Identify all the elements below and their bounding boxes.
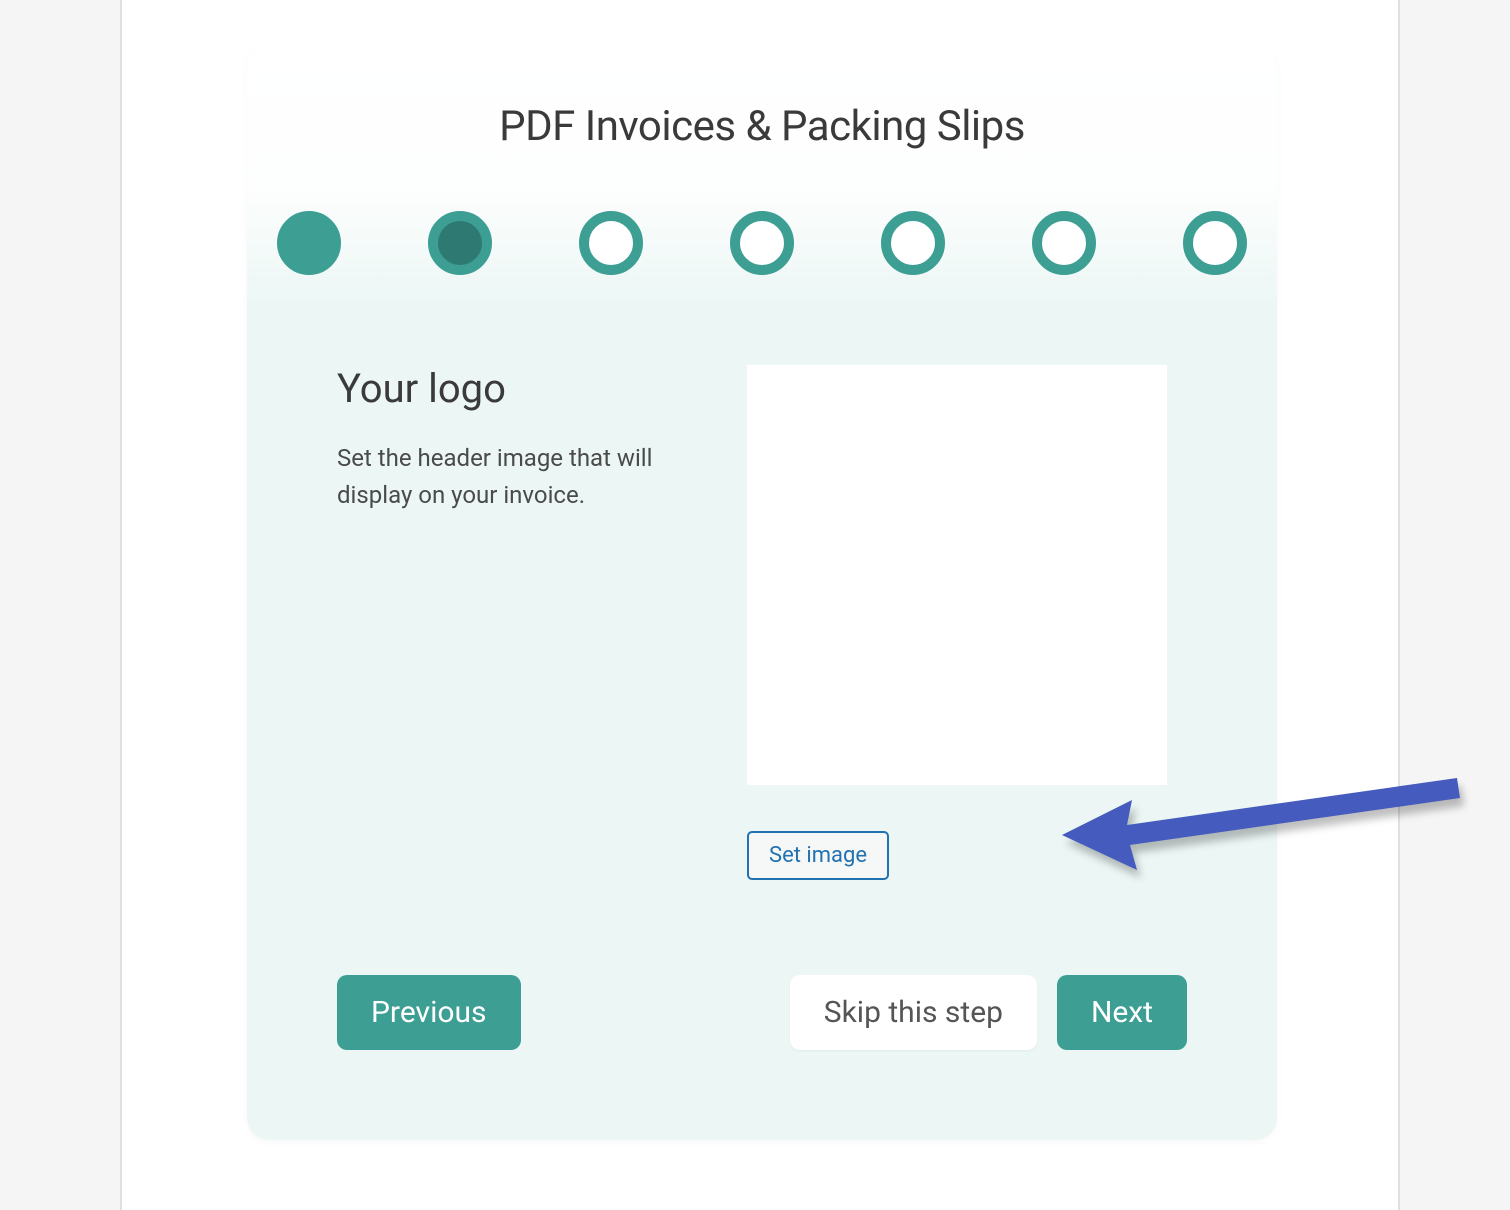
next-button[interactable]: Next [1057, 975, 1187, 1050]
wizard-card: PDF Invoices & Packing Slips Your logo S… [247, 46, 1277, 1140]
logo-preview [747, 365, 1167, 785]
previous-button[interactable]: Previous [337, 975, 521, 1050]
content-right: Set image [747, 365, 1187, 880]
wizard-title: PDF Invoices & Packing Slips [267, 102, 1257, 151]
step-dot-6[interactable] [1032, 211, 1096, 275]
content-left: Your logo Set the header image that will… [337, 365, 677, 880]
wizard-body: Your logo Set the header image that will… [247, 305, 1277, 1140]
step-dot-3[interactable] [579, 211, 643, 275]
step-dot-2[interactable] [428, 211, 492, 275]
wizard-footer: Previous Skip this step Next [337, 975, 1187, 1050]
outer-panel: PDF Invoices & Packing Slips Your logo S… [120, 0, 1400, 1210]
step-dot-4[interactable] [730, 211, 794, 275]
section-title: Your logo [337, 365, 677, 412]
wizard-header: PDF Invoices & Packing Slips [247, 46, 1277, 181]
skip-button[interactable]: Skip this step [790, 975, 1037, 1050]
set-image-button[interactable]: Set image [747, 831, 889, 880]
stepper [247, 181, 1277, 305]
step-dot-7[interactable] [1183, 211, 1247, 275]
footer-right: Skip this step Next [790, 975, 1187, 1050]
step-dot-1[interactable] [277, 211, 341, 275]
step-dot-5[interactable] [881, 211, 945, 275]
content-row: Your logo Set the header image that will… [337, 365, 1187, 880]
section-description: Set the header image that will display o… [337, 440, 677, 514]
